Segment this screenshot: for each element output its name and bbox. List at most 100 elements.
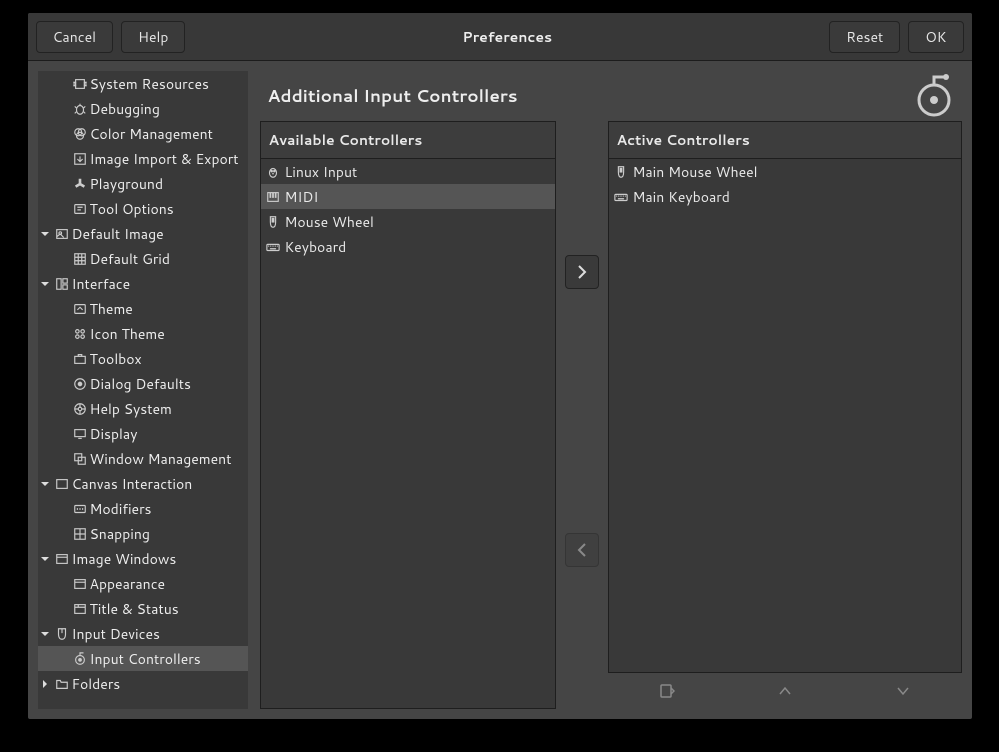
expander-spacer — [56, 127, 70, 141]
active-list[interactable]: Main Mouse WheelMain Keyboard — [608, 159, 962, 673]
linux-icon — [265, 164, 281, 180]
tree-item-window-management[interactable]: Window Management — [38, 446, 248, 471]
tree-item-default-image[interactable]: Default Image — [38, 221, 248, 246]
expander-icon[interactable] — [38, 627, 52, 641]
snap-icon — [72, 526, 88, 542]
expander-icon[interactable] — [38, 552, 52, 566]
list-item-label: Linux Input — [285, 162, 358, 182]
tree-item-title-status[interactable]: Title & Status — [38, 596, 248, 621]
add-controller-button[interactable] — [565, 255, 599, 289]
active-item-main-mouse-wheel[interactable]: Main Mouse Wheel — [609, 159, 961, 184]
import-icon — [72, 151, 88, 167]
move-down-button[interactable] — [889, 677, 917, 705]
list-item-label: MIDI — [285, 187, 319, 207]
tree-item-icon-theme[interactable]: Icon Theme — [38, 321, 248, 346]
tree-item-label: Window Management — [90, 449, 232, 469]
tree-item-canvas-interaction[interactable]: Canvas Interaction — [38, 471, 248, 496]
tree-item-debugging[interactable]: Debugging — [38, 96, 248, 121]
resources-icon — [72, 76, 88, 92]
list-item-label: Keyboard — [285, 237, 347, 257]
debug-icon — [72, 101, 88, 117]
tree-item-label: Color Management — [90, 124, 213, 144]
expander-spacer — [56, 402, 70, 416]
expander-spacer — [56, 652, 70, 666]
tree-item-dialog-defaults[interactable]: Dialog Defaults — [38, 371, 248, 396]
tree-item-color-management[interactable]: Color Management — [38, 121, 248, 146]
tree-item-playground[interactable]: Playground — [38, 171, 248, 196]
tree-item-input-devices[interactable]: Input Devices — [38, 621, 248, 646]
tree-item-image-import-export[interactable]: Image Import & Export — [38, 146, 248, 171]
display-icon — [72, 426, 88, 442]
tree-item-label: Interface — [72, 274, 131, 294]
color-icon — [72, 126, 88, 142]
tree-item-label: Image Import & Export — [90, 149, 239, 169]
tree-item-label: Playground — [90, 174, 164, 194]
tree-item-image-windows[interactable]: Image Windows — [38, 546, 248, 571]
preferences-tree[interactable]: System ResourcesDebugging Color Managemen… — [38, 71, 248, 709]
folders-icon — [54, 676, 70, 692]
expander-icon[interactable] — [38, 477, 52, 491]
tree-item-label: Modifiers — [90, 499, 152, 519]
keyboard-icon — [265, 239, 281, 255]
controllers-area: Available Controllers Linux InputMIDIMou… — [260, 121, 962, 709]
expander-spacer — [56, 327, 70, 341]
tree-item-input-controllers[interactable]: Input Controllers — [38, 646, 248, 671]
tree-item-system-resources[interactable]: System Resources — [38, 71, 248, 96]
available-list[interactable]: Linux Input MIDIMouse Wheel Keyboard — [260, 159, 556, 709]
expander-spacer — [56, 202, 70, 216]
toolbox-icon — [72, 351, 88, 367]
reset-button[interactable]: Reset — [829, 21, 900, 53]
tree-item-modifiers[interactable]: Modifiers — [38, 496, 248, 521]
edit-controller-button[interactable] — [653, 677, 681, 705]
move-up-button[interactable] — [771, 677, 799, 705]
tree-item-toolbox[interactable]: Toolbox — [38, 346, 248, 371]
tree-item-label: Appearance — [90, 574, 166, 594]
tree-item-help-system[interactable]: Help System — [38, 396, 248, 421]
tree-item-snapping[interactable]: Snapping — [38, 521, 248, 546]
titlebar: Cancel Help Preferences Reset OK — [28, 13, 972, 61]
expander-spacer — [56, 152, 70, 166]
tree-item-appearance[interactable]: Appearance — [38, 571, 248, 596]
tree-item-label: Toolbox — [90, 349, 142, 369]
expander-icon[interactable] — [38, 677, 52, 691]
available-item-keyboard[interactable]: Keyboard — [261, 234, 555, 259]
dialog-body: System ResourcesDebugging Color Managemen… — [28, 61, 972, 719]
tree-item-display[interactable]: Display — [38, 421, 248, 446]
wheel-icon — [613, 164, 629, 180]
tree-item-theme[interactable]: Theme — [38, 296, 248, 321]
fan-icon — [72, 176, 88, 192]
help-icon — [72, 401, 88, 417]
list-item-label: Main Mouse Wheel — [633, 162, 758, 182]
expander-spacer — [56, 352, 70, 366]
expander-icon[interactable] — [38, 277, 52, 291]
available-item-midi[interactable]: MIDI — [261, 184, 555, 209]
theme-icon — [72, 301, 88, 317]
expander-spacer — [56, 252, 70, 266]
expander-icon[interactable] — [38, 227, 52, 241]
tree-item-label: Title & Status — [90, 599, 179, 619]
ok-button[interactable]: OK — [908, 21, 963, 53]
tree-item-tool-options[interactable]: Tool Options — [38, 196, 248, 221]
icontheme-icon — [72, 326, 88, 342]
grid-icon — [72, 251, 88, 267]
expander-spacer — [56, 302, 70, 316]
tree-item-interface[interactable]: Interface — [38, 271, 248, 296]
image-icon — [54, 226, 70, 242]
help-button[interactable]: Help — [121, 21, 185, 53]
wm-icon — [72, 451, 88, 467]
active-column: Active Controllers Main Mouse WheelMain … — [608, 121, 962, 709]
cancel-button[interactable]: Cancel — [36, 21, 114, 53]
tree-item-label: Input Controllers — [90, 649, 201, 669]
remove-controller-button[interactable] — [565, 533, 599, 567]
available-item-linux-input[interactable]: Linux Input — [261, 159, 555, 184]
transfer-buttons — [562, 121, 602, 709]
tree-item-default-grid[interactable]: Default Grid — [38, 246, 248, 271]
tree-item-folders[interactable]: Folders — [38, 671, 248, 696]
tree-item-label: System Resources — [90, 74, 209, 94]
expander-spacer — [56, 427, 70, 441]
available-item-mouse-wheel[interactable]: Mouse Wheel — [261, 209, 555, 234]
window-title: Preferences — [185, 27, 829, 47]
inputdev-icon — [54, 626, 70, 642]
dialog-icon — [72, 376, 88, 392]
active-item-main-keyboard[interactable]: Main Keyboard — [609, 184, 961, 209]
